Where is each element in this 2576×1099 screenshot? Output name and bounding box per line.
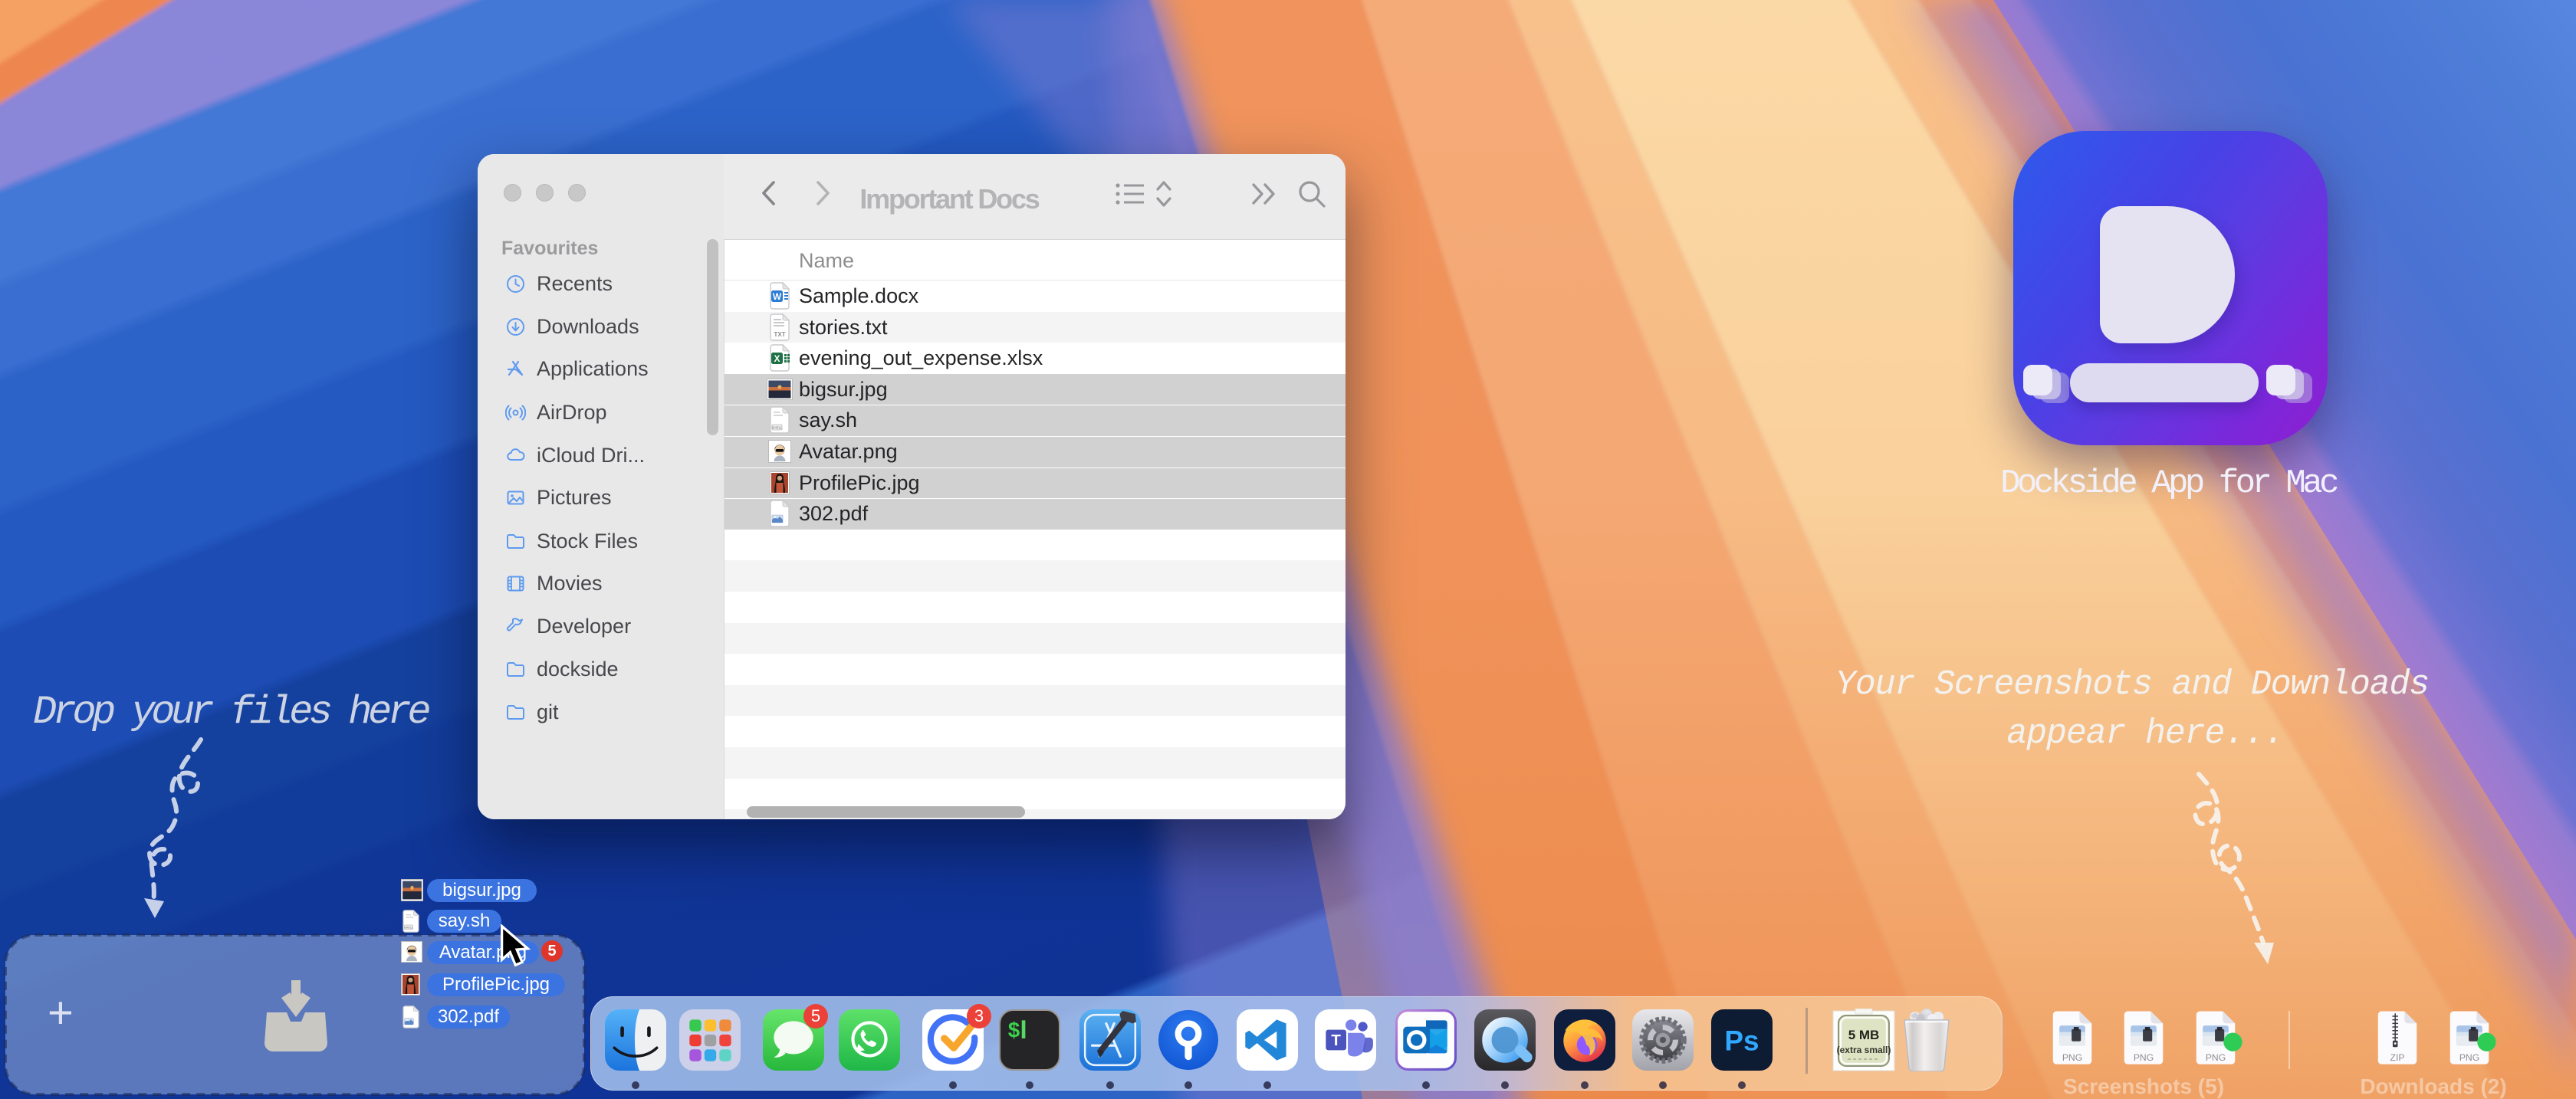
svg-text:TXT: TXT (774, 331, 785, 338)
svg-text:PNG: PNG (2206, 1052, 2226, 1063)
svg-text:SHELL: SHELL (404, 927, 413, 930)
svg-text:SHELL: SHELL (771, 426, 783, 430)
svg-text:Ps: Ps (1724, 1025, 1759, 1056)
svg-text:X: X (774, 353, 780, 364)
svg-text:PNG: PNG (2062, 1052, 2082, 1063)
svg-text:$: $ (1007, 1020, 1020, 1044)
svg-text:PNG: PNG (2134, 1052, 2154, 1063)
svg-text:ZIP: ZIP (2390, 1052, 2405, 1063)
svg-text:T: T (1331, 1032, 1341, 1049)
svg-text:5 MB: 5 MB (1848, 1028, 1880, 1042)
svg-text:W: W (773, 291, 782, 302)
svg-text:PNG: PNG (2459, 1052, 2479, 1063)
svg-text:(extra small): (extra small) (1837, 1045, 1891, 1055)
